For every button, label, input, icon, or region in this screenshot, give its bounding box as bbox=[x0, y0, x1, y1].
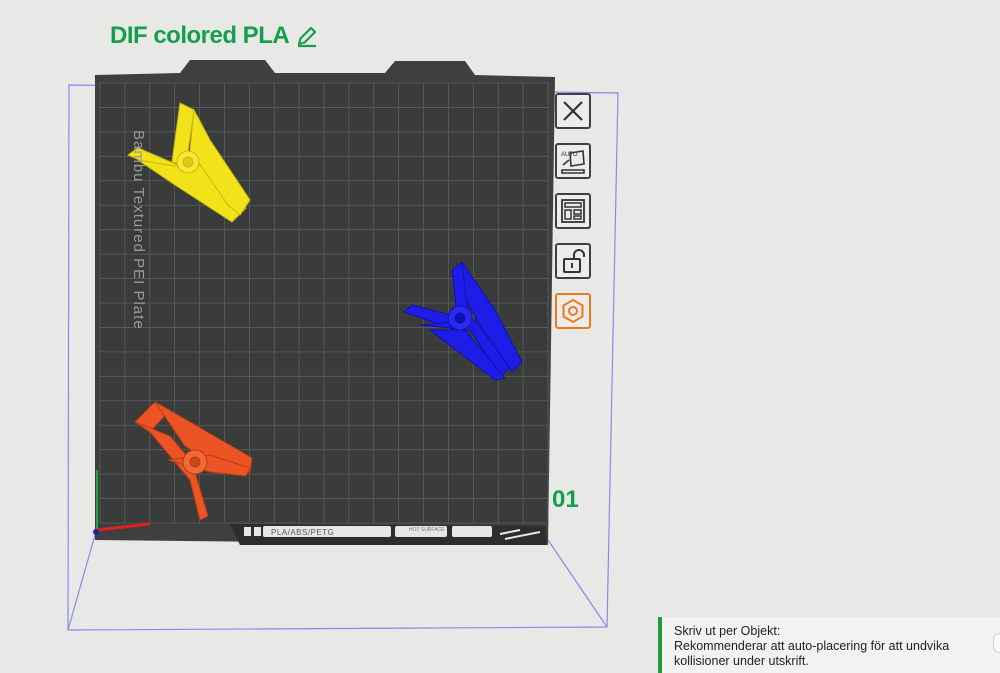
arrange-button[interactable] bbox=[555, 193, 591, 229]
print-by-object-notification: Skriv ut per Objekt: Rekommenderar att a… bbox=[658, 617, 1000, 673]
build-plate-scene[interactable] bbox=[0, 0, 1000, 673]
unlock-icon bbox=[563, 249, 585, 273]
plate-type-label: Bambu Textured PEI Plate bbox=[130, 130, 147, 330]
notification-message: Rekommenderar att auto-placering för att… bbox=[674, 639, 950, 668]
auto-orient-button[interactable]: AUTO bbox=[555, 143, 591, 179]
notification-close-button[interactable] bbox=[993, 633, 1000, 653]
delete-plate-button[interactable] bbox=[555, 93, 591, 129]
plate-number: 01 bbox=[552, 486, 579, 513]
close-icon bbox=[563, 101, 583, 121]
plate-settings-icon bbox=[562, 298, 584, 324]
hot-surface-label: HOT SURFACE bbox=[409, 527, 445, 533]
plate-settings-button[interactable] bbox=[555, 293, 591, 329]
notification-title: Skriv ut per Objekt: bbox=[674, 624, 781, 638]
arrange-layout-icon bbox=[561, 199, 585, 223]
lock-plate-button[interactable] bbox=[555, 243, 591, 279]
filament-compat-label: PLA/ABS/PETG bbox=[271, 528, 335, 537]
plate-toolbar: AUTO bbox=[555, 93, 591, 329]
auto-orient-icon: AUTO bbox=[561, 150, 585, 174]
